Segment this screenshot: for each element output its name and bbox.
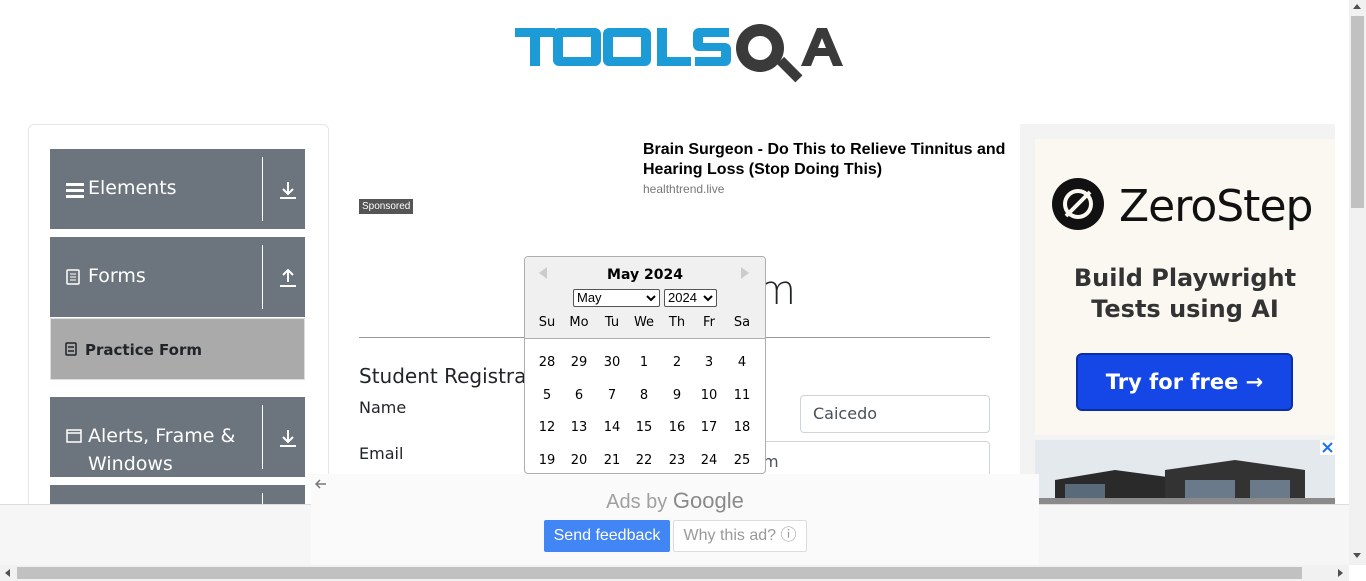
scroll-left-icon[interactable]	[5, 569, 10, 577]
calendar-day[interactable]: 16	[661, 420, 693, 435]
sidebar-group-label: Elements	[88, 177, 177, 199]
page-root: Elements Forms Practice Form Alerts, Fra…	[0, 0, 1366, 581]
email-label: Email	[359, 444, 404, 463]
ads-by-label: Ads by	[606, 491, 668, 513]
form-icon	[65, 342, 77, 356]
zerostep-tagline-line: Build Playwright	[1073, 264, 1297, 292]
chevron-down-icon	[703, 295, 713, 302]
sidebar-group-forms[interactable]: Forms	[50, 237, 305, 317]
sidebar-group-label: Forms	[88, 265, 146, 287]
vertical-scroll-thumb[interactable]	[1351, 16, 1364, 208]
calendar-day[interactable]: 11	[726, 388, 758, 403]
weekday-label: We	[633, 315, 655, 330]
month-select-value: May	[577, 290, 602, 305]
why-this-ad-button[interactable]: Why this ad? ⓘ	[673, 520, 807, 552]
calendar-day[interactable]: 30	[596, 355, 628, 370]
zerostep-tagline-line: Tests using AI	[1091, 295, 1279, 323]
calendar-day[interactable]: 25	[726, 453, 758, 468]
chevron-down-icon	[646, 295, 656, 302]
calendar-day[interactable]: 6	[563, 388, 595, 403]
sponsored-badge: Sponsored	[359, 199, 414, 214]
google-ads-overlay: Ads by Google Send feedback Why this ad?…	[311, 474, 1039, 565]
year-select[interactable]: 2024	[664, 289, 717, 307]
calendar-day[interactable]: 10	[693, 388, 725, 403]
name-label: Name	[359, 398, 407, 417]
calendar-day[interactable]: 3	[693, 355, 725, 370]
download-arrow-icon	[280, 430, 296, 447]
divider	[262, 405, 263, 469]
house-illustration	[1035, 440, 1335, 504]
calendar-day[interactable]: 21	[596, 453, 628, 468]
try-for-free-button[interactable]: Try for free →	[1076, 353, 1293, 411]
close-icon	[1322, 442, 1333, 453]
weekday-label: Mo	[569, 315, 589, 330]
year-select-value: 2024	[668, 290, 697, 305]
weekday-label: Fr	[703, 315, 715, 330]
calendar-day[interactable]: 5	[531, 388, 563, 403]
date-picker-header: May 2024 May 2024 Su Mo Tu We Th Fr Sa	[525, 257, 765, 339]
last-name-input[interactable]: Caicedo	[800, 395, 990, 433]
vertical-scrollbar[interactable]	[1349, 0, 1366, 565]
calendar-day[interactable]: 29	[563, 355, 595, 370]
date-picker: May 2024 May 2024 Su Mo Tu We Th Fr Sa 2…	[524, 256, 766, 474]
calendar-day[interactable]: 4	[726, 355, 758, 370]
toolsqa-logo[interactable]	[515, 14, 845, 94]
month-select[interactable]: May	[573, 289, 660, 307]
horizontal-scrollbar[interactable]	[0, 565, 1349, 581]
calendar-day[interactable]: 8	[628, 388, 660, 403]
scroll-down-icon[interactable]	[1353, 553, 1361, 558]
next-month-icon[interactable]	[741, 267, 749, 279]
calendar-day[interactable]: 15	[628, 420, 660, 435]
sidebar-group-elements[interactable]: Elements	[50, 149, 305, 229]
calendar-day[interactable]: 2	[661, 355, 693, 370]
ad-close-button[interactable]	[1320, 440, 1335, 455]
upload-arrow-icon	[280, 269, 296, 287]
ad-title-link[interactable]: Brain Surgeon - Do This to Relieve Tinni…	[643, 140, 1023, 182]
calendar-day[interactable]: 1	[628, 355, 660, 370]
divider	[262, 245, 263, 309]
zerostep-brand: ZeroStep	[1119, 181, 1313, 232]
calendar-day[interactable]: 13	[563, 420, 595, 435]
ad-domain[interactable]: healthtrend.live	[643, 182, 724, 196]
zerostep-tagline: Build Playwright Tests using AI	[1035, 263, 1335, 325]
zerostep-logo-icon	[1052, 178, 1104, 230]
horizontal-scroll-thumb[interactable]	[17, 567, 1302, 579]
sidebar-group-next[interactable]	[50, 485, 305, 505]
calendar-day[interactable]: 19	[531, 453, 563, 468]
sidebar-item-label: Practice Form	[85, 341, 202, 359]
calendar-day[interactable]: 20	[563, 453, 595, 468]
divider	[262, 157, 263, 221]
calendar-day[interactable]: 18	[726, 420, 758, 435]
calendar-day[interactable]: 12	[531, 420, 563, 435]
weekday-label: Su	[538, 315, 556, 330]
weekday-label: Tu	[604, 315, 620, 330]
scroll-up-icon[interactable]	[1353, 4, 1361, 9]
window-icon	[66, 429, 82, 443]
calendar-day[interactable]: 28	[531, 355, 563, 370]
sidebar-group-alerts[interactable]: Alerts, Frame & Windows	[50, 397, 305, 477]
zerostep-ad[interactable]: ZeroStep Build Playwright Tests using AI…	[1035, 139, 1335, 435]
calendar-day[interactable]: 17	[693, 420, 725, 435]
sidebar-group-label: Alerts, Frame & Windows	[88, 425, 236, 475]
calendar-day[interactable]: 23	[661, 453, 693, 468]
download-arrow-icon	[280, 182, 296, 199]
calendar-day[interactable]: 22	[628, 453, 660, 468]
house-ad-image[interactable]	[1035, 440, 1335, 504]
calendar-day[interactable]: 7	[596, 388, 628, 403]
sidebar-item-practice-form[interactable]: Practice Form	[50, 318, 305, 380]
calendar-day[interactable]: 24	[693, 453, 725, 468]
calendar-day[interactable]: 14	[596, 420, 628, 435]
calendar-day[interactable]: 9	[661, 388, 693, 403]
weekday-label: Sa	[733, 315, 751, 330]
ads-by-google-label: Ads by Google	[311, 488, 1039, 514]
document-icon	[66, 269, 80, 285]
google-wordmark: Google	[672, 488, 744, 513]
list-icon	[66, 183, 84, 198]
scroll-right-icon[interactable]	[1338, 569, 1343, 577]
form-title: Student Registration Form	[359, 364, 529, 388]
current-month-label: May 2024	[607, 267, 683, 283]
send-feedback-button[interactable]: Send feedback	[544, 520, 670, 552]
weekday-label: Th	[668, 315, 686, 330]
